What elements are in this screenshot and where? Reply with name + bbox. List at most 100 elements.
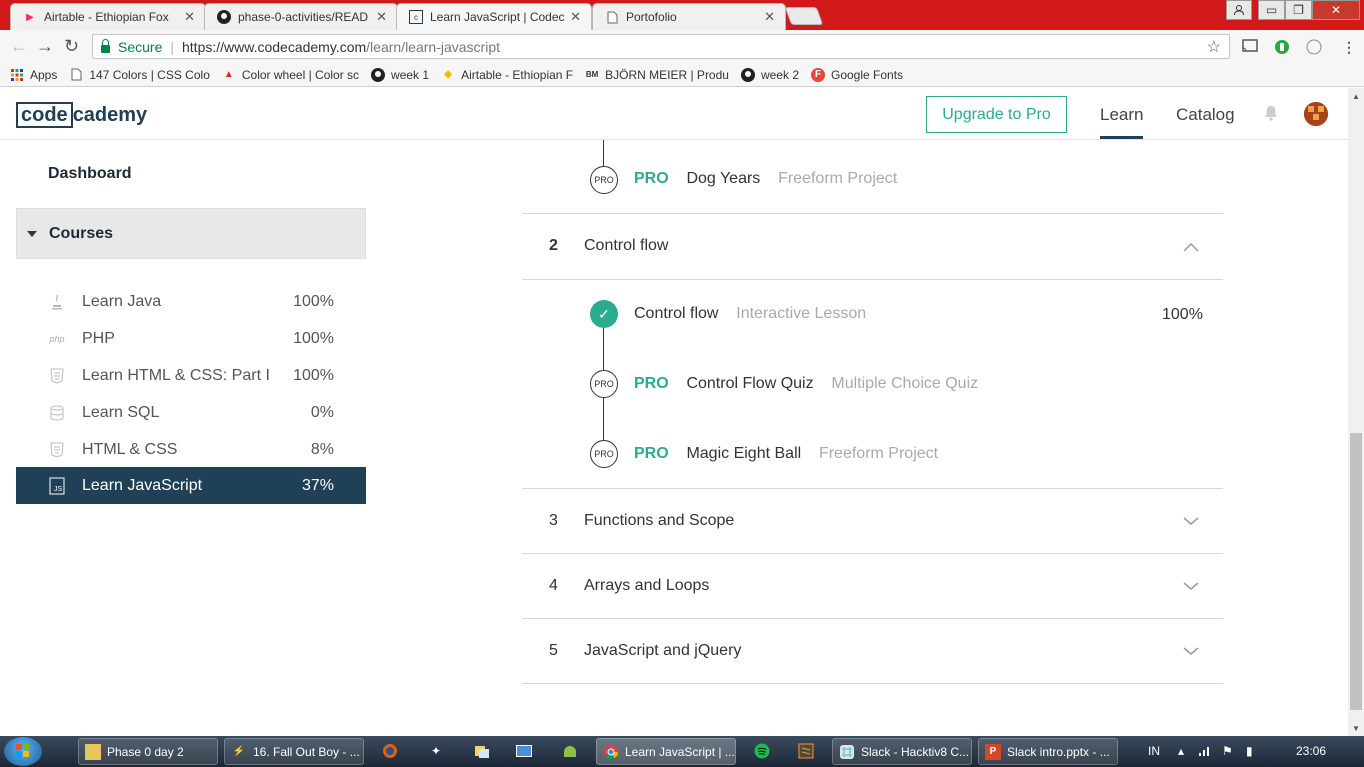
tools-icon[interactable]: ✦ bbox=[428, 743, 444, 759]
bookmark-label: Google Fonts bbox=[831, 67, 904, 82]
sidebar-course-learn-java[interactable]: Learn Java 100% bbox=[16, 283, 366, 320]
minimize-window-icon[interactable]: ▭ bbox=[1258, 0, 1285, 20]
bookmark-147-colors[interactable]: 147 Colors | CSS Colo bbox=[69, 68, 210, 82]
browser-tab-codecademy[interactable]: c Learn JavaScript | Codec ✕ bbox=[396, 3, 592, 30]
unit-title-control-flow[interactable]: Control flow bbox=[584, 237, 668, 255]
secure-label: Secure bbox=[118, 38, 163, 55]
scroll-down-icon[interactable]: ▼ bbox=[1352, 724, 1360, 733]
chevron-up-icon[interactable] bbox=[1183, 242, 1199, 252]
close-window-icon[interactable]: ✕ bbox=[1312, 0, 1360, 20]
files-icon[interactable] bbox=[474, 743, 490, 759]
lesson-magic-eight-ball[interactable]: PRO Magic Eight Ball Freeform Project bbox=[634, 445, 938, 463]
avatar[interactable] bbox=[1304, 102, 1328, 126]
extension-green-icon[interactable] bbox=[1274, 39, 1290, 58]
pro-label: PRO bbox=[634, 170, 669, 187]
action-center-flag-icon[interactable]: ⚑ bbox=[1222, 744, 1233, 758]
course-progress: 8% bbox=[310, 440, 334, 458]
cast-icon[interactable] bbox=[1242, 39, 1258, 56]
close-tab-icon[interactable]: ✕ bbox=[764, 9, 775, 25]
timeline-line bbox=[603, 140, 604, 166]
browser-tab-portofolio[interactable]: Portofolio ✕ bbox=[592, 3, 786, 30]
extension-grey-icon[interactable] bbox=[1306, 39, 1322, 58]
course-progress: 100% bbox=[293, 292, 334, 310]
chevron-down-icon[interactable] bbox=[1183, 581, 1199, 591]
taskbar-powerpoint[interactable]: P Slack intro.pptx - ... bbox=[978, 738, 1118, 765]
lesson-control-flow[interactable]: Control flow Interactive Lesson bbox=[634, 305, 866, 323]
firefox-icon[interactable] bbox=[382, 743, 398, 759]
taskbar-label: 16. Fall Out Boy - ... bbox=[253, 744, 360, 759]
url-path: /learn/learn-javascript bbox=[366, 38, 500, 55]
show-hidden-icons-icon[interactable]: ▴ bbox=[1178, 744, 1184, 758]
codecademy-logo[interactable]: code cademy bbox=[16, 102, 147, 128]
divider bbox=[522, 683, 1223, 684]
bookmark-google-fonts[interactable]: F Google Fonts bbox=[811, 67, 904, 82]
bookmark-color-wheel[interactable]: ▲ Color wheel | Color sc bbox=[222, 68, 359, 82]
browser-tab-strip: ▶ Airtable - Ethiopian Fox ✕ phase-0-act… bbox=[0, 0, 1364, 30]
chrome-menu-icon[interactable]: ⋮ bbox=[1342, 39, 1356, 56]
nav-catalog[interactable]: Catalog bbox=[1176, 105, 1235, 125]
close-tab-icon[interactable]: ✕ bbox=[570, 9, 581, 25]
taskbar-winamp[interactable]: ⚡ 16. Fall Out Boy - ... bbox=[224, 738, 364, 765]
maximize-window-icon[interactable]: ❐ bbox=[1285, 0, 1312, 20]
java-icon bbox=[49, 293, 65, 311]
taskbar-label: Phase 0 day 2 bbox=[107, 744, 184, 759]
airtable-icon: ▶ bbox=[26, 11, 34, 23]
unit-title-functions-and-scope[interactable]: Functions and Scope bbox=[584, 512, 734, 530]
close-tab-icon[interactable]: ✕ bbox=[184, 9, 195, 25]
keyboard-icon[interactable] bbox=[516, 743, 532, 759]
folder-icon bbox=[85, 743, 101, 760]
reload-icon[interactable]: ↻ bbox=[64, 36, 79, 57]
lesson-dog-years[interactable]: PRO Dog Years Freeform Project bbox=[634, 170, 897, 188]
scrollbar-thumb[interactable] bbox=[1350, 433, 1362, 710]
taskbar-chrome-learn-javascript[interactable]: Learn JavaScript | ... bbox=[596, 738, 736, 765]
bookmark-label: 147 Colors | CSS Colo bbox=[89, 67, 210, 82]
bookmark-bjorn-meier[interactable]: BM BJÖRN MEIER | Produ bbox=[585, 68, 729, 82]
divider bbox=[522, 213, 1223, 214]
bookmark-week-2[interactable]: week 2 bbox=[740, 67, 799, 82]
unit-title-arrays-and-loops[interactable]: Arrays and Loops bbox=[584, 577, 709, 595]
sublime-icon[interactable] bbox=[798, 743, 814, 759]
lesson-control-flow-quiz[interactable]: PRO Control Flow Quiz Multiple Choice Qu… bbox=[634, 375, 978, 393]
github-icon bbox=[217, 10, 231, 24]
page-scrollbar[interactable]: ▲ ▼ bbox=[1348, 88, 1364, 736]
back-arrow-icon[interactable]: ← bbox=[10, 36, 28, 57]
chevron-down-icon[interactable] bbox=[1183, 646, 1199, 656]
start-button[interactable] bbox=[4, 737, 42, 766]
bookmark-airtable[interactable]: ◆ Airtable - Ethiopian F bbox=[441, 68, 573, 82]
windows-taskbar: Phase 0 day 2 ⚡ 16. Fall Out Boy - ... ✦… bbox=[0, 736, 1364, 767]
sidebar-course-php[interactable]: php PHP 100% bbox=[16, 320, 366, 357]
network-signal-icon[interactable] bbox=[1198, 744, 1212, 759]
divider bbox=[522, 618, 1223, 619]
user-profile-icon[interactable] bbox=[1226, 0, 1252, 20]
close-tab-icon[interactable]: ✕ bbox=[376, 9, 387, 25]
nav-learn[interactable]: Learn bbox=[1100, 105, 1144, 139]
android-icon[interactable] bbox=[562, 743, 578, 759]
chevron-down-icon[interactable] bbox=[1183, 516, 1199, 526]
courses-toggle[interactable]: Courses bbox=[16, 208, 366, 259]
scroll-up-icon[interactable]: ▲ bbox=[1352, 92, 1360, 101]
pro-badge-icon: PRO bbox=[590, 370, 618, 398]
browser-tab-airtable[interactable]: ▶ Airtable - Ethiopian Fox ✕ bbox=[10, 3, 206, 30]
spotify-icon[interactable] bbox=[754, 743, 770, 759]
sidebar-course-learn-javascript[interactable]: JS Learn JavaScript 37% bbox=[16, 467, 366, 504]
browser-tab-github[interactable]: phase-0-activities/READ ✕ bbox=[204, 3, 398, 30]
bookmark-apps[interactable]: Apps bbox=[10, 68, 57, 82]
pro-label: PRO bbox=[634, 445, 669, 462]
bell-icon[interactable] bbox=[1264, 105, 1278, 121]
clock-time[interactable]: 23:06 bbox=[1296, 744, 1326, 758]
taskbar-slack[interactable]: Slack - Hacktiv8 C... bbox=[832, 738, 972, 765]
dashboard-link[interactable]: Dashboard bbox=[48, 165, 132, 183]
taskbar-phase-0-day-2[interactable]: Phase 0 day 2 bbox=[78, 738, 218, 765]
sidebar-course-html-css[interactable]: HTML & CSS 8% bbox=[16, 431, 366, 468]
url-input[interactable]: Secure | https://www.codecademy.com/lear… bbox=[92, 34, 1230, 59]
sidebar-course-learn-sql[interactable]: Learn SQL 0% bbox=[16, 394, 366, 431]
power-icon[interactable]: ▮ bbox=[1246, 744, 1253, 758]
sidebar-course-html-css-part-1[interactable]: Learn HTML & CSS: Part I 100% bbox=[16, 357, 366, 394]
new-tab-button[interactable] bbox=[784, 7, 824, 25]
unit-title-javascript-and-jquery[interactable]: JavaScript and jQuery bbox=[584, 642, 741, 660]
upgrade-to-pro-button[interactable]: Upgrade to Pro bbox=[926, 96, 1067, 133]
bookmark-star-icon[interactable]: ☆ bbox=[1207, 37, 1221, 57]
bookmark-week-1[interactable]: week 1 bbox=[371, 67, 429, 82]
language-indicator[interactable]: IN bbox=[1148, 744, 1160, 758]
forward-arrow-icon[interactable]: → bbox=[36, 36, 54, 57]
